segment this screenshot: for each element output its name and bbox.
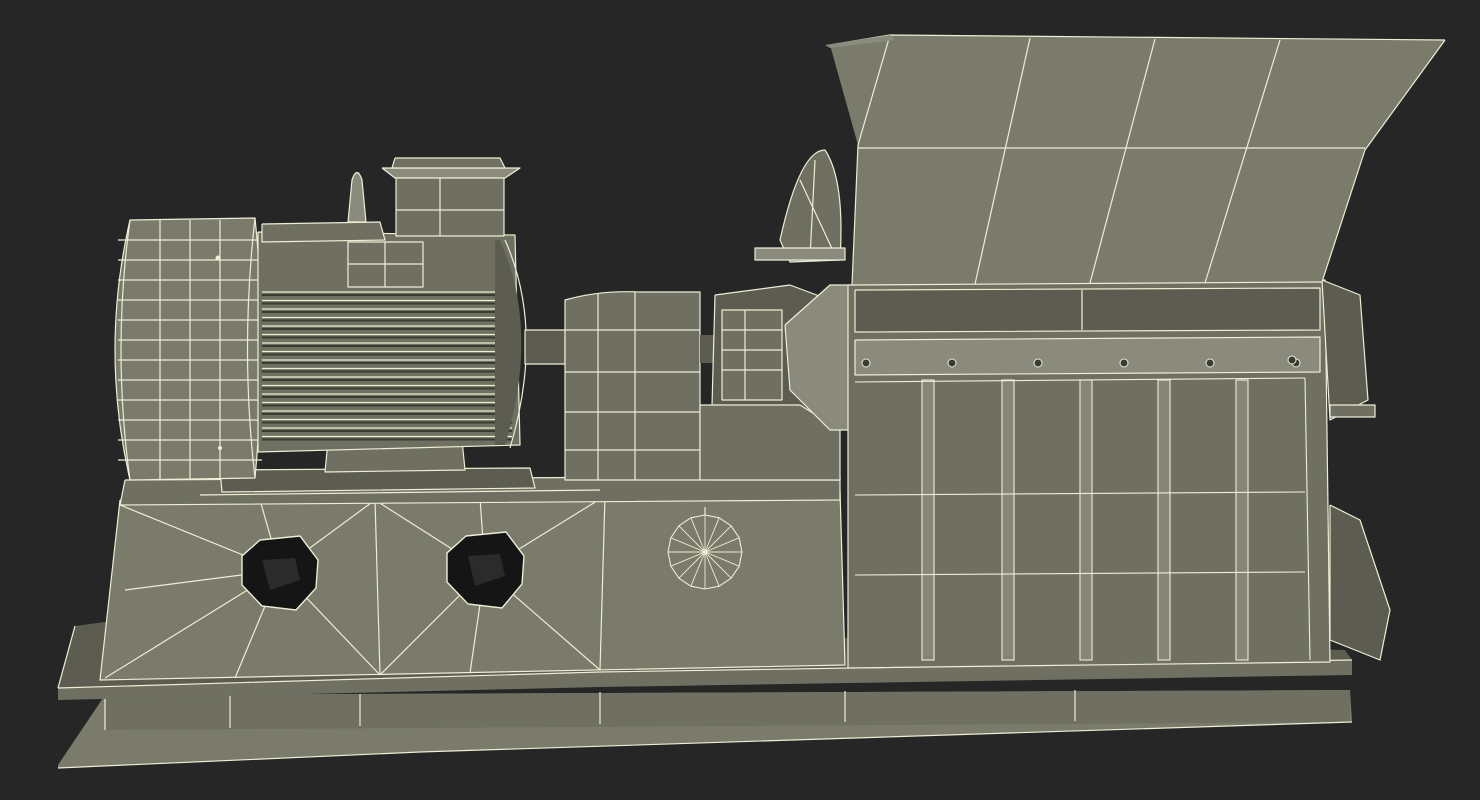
- render-viewport: [0, 0, 1480, 800]
- lower-housing: [99, 489, 846, 681]
- crusher-housing: [847, 279, 1391, 669]
- hammer-mill-render: [0, 0, 1480, 800]
- housing-ribs: [854, 377, 1311, 661]
